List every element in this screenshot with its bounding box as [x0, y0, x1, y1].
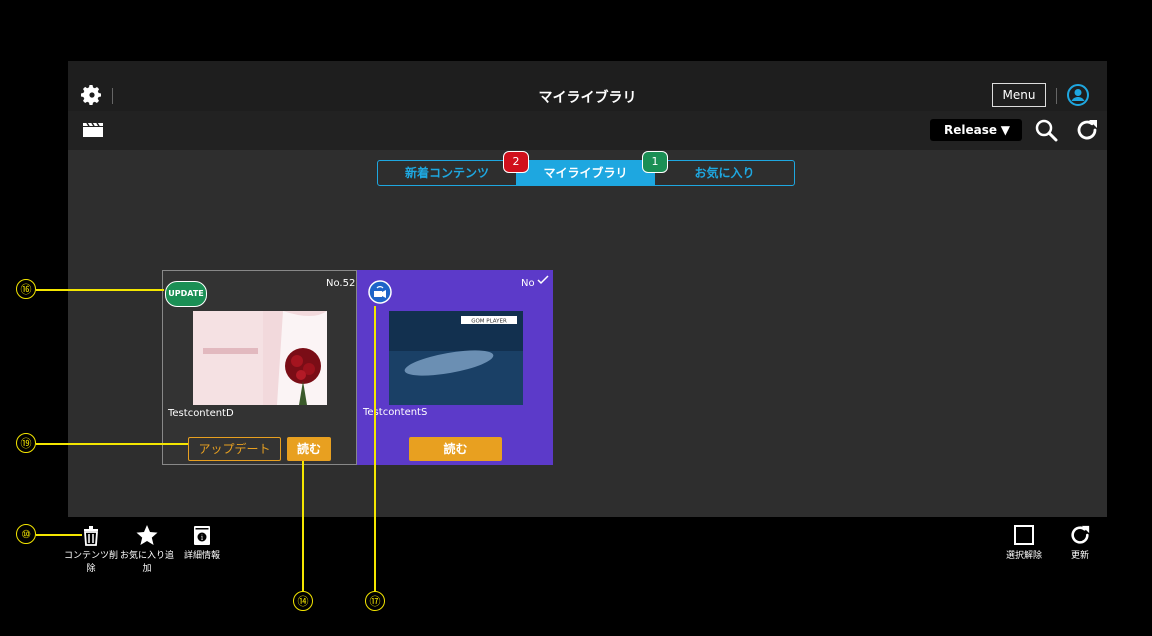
streaming-video-icon: [368, 280, 392, 304]
read-button[interactable]: 読む: [287, 437, 331, 461]
content-number: No: [521, 278, 535, 289]
content-name: TestcontentD: [168, 408, 234, 419]
content-thumbnail: [193, 311, 327, 405]
details-button[interactable]: i 詳細情報: [180, 524, 224, 563]
info-book-icon: i: [194, 526, 210, 545]
content-card-testcontentd[interactable]: UPDATE No.52 TestcontentD アップデート 読む: [162, 270, 357, 465]
details-label: 詳細情報: [183, 551, 220, 561]
star-icon: [136, 525, 158, 545]
content-thumbnail: GOM PLAYER: [389, 311, 523, 405]
callout-line: [374, 306, 376, 591]
tab-favorites[interactable]: お気に入り: [655, 161, 794, 185]
callout-line: [36, 443, 188, 445]
delete-label: コンテンツ削: [64, 551, 119, 561]
clapperboard-icon[interactable]: [82, 122, 104, 138]
callout-17: ⑰: [365, 591, 385, 611]
tab-my-library[interactable]: マイライブラリ: [516, 161, 655, 185]
callout-line: [36, 534, 82, 536]
dropdown-arrow-icon: ▼: [1000, 123, 1010, 137]
top-bar: マイライブラリ Menu: [68, 61, 1107, 111]
read-button[interactable]: 読む: [409, 437, 502, 461]
refresh-label: 更新: [1070, 551, 1089, 561]
separator: [1056, 88, 1057, 104]
trash-icon: [84, 526, 98, 546]
favorite-label-cont: 加: [142, 564, 152, 574]
release-dropdown[interactable]: Release ▼: [930, 119, 1022, 141]
tab-bar: 新着コンテンツ マイライブラリ お気に入り: [377, 160, 795, 186]
thumb-brand-text: GOM PLAYER: [471, 319, 507, 325]
update-button[interactable]: アップデート: [188, 437, 281, 461]
content-name: TestcontentS: [363, 407, 428, 418]
favorites-count-badge: 1: [642, 151, 668, 173]
content-card-testcontents-selected[interactable]: No GOM PLAYER TestcontentS 読む: [357, 270, 553, 465]
callout-line: [302, 461, 304, 591]
content-number: No.52: [326, 278, 356, 289]
release-label: Release: [944, 123, 998, 137]
deselect-label: 選択解除: [1005, 551, 1042, 561]
page-title: マイライブラリ: [538, 90, 637, 106]
callout-line: [36, 289, 164, 291]
search-icon[interactable]: [1034, 118, 1058, 142]
menu-button[interactable]: Menu: [992, 83, 1046, 107]
update-badge: UPDATE: [165, 281, 207, 307]
delete-label-cont: 除: [86, 564, 96, 574]
user-avatar-icon[interactable]: [1067, 84, 1089, 106]
add-favorite-button[interactable]: お気に入り追 加: [118, 524, 176, 576]
tab-new-contents[interactable]: 新着コンテンツ: [378, 161, 516, 185]
selected-check-icon[interactable]: [535, 272, 551, 288]
callout-10: ⑩: [16, 524, 36, 544]
callout-14: ⑭: [293, 591, 313, 611]
refresh-icon: [1071, 525, 1090, 544]
callout-19: ⑲: [16, 433, 36, 453]
callout-16: ⑯: [16, 279, 36, 299]
new-contents-count-badge: 2: [503, 151, 529, 173]
refresh-icon[interactable]: [1075, 118, 1099, 142]
delete-content-button[interactable]: コンテンツ削 除: [64, 524, 118, 576]
refresh-button[interactable]: 更新: [1058, 524, 1102, 563]
app-window: マイライブラリ Menu Release ▼ 新着コンテンツ マイライブラリ お…: [68, 61, 1107, 517]
favorite-label: お気に入り追: [119, 551, 174, 561]
checkbox-empty-icon: [1014, 525, 1034, 545]
deselect-button[interactable]: 選択解除: [1002, 524, 1046, 563]
